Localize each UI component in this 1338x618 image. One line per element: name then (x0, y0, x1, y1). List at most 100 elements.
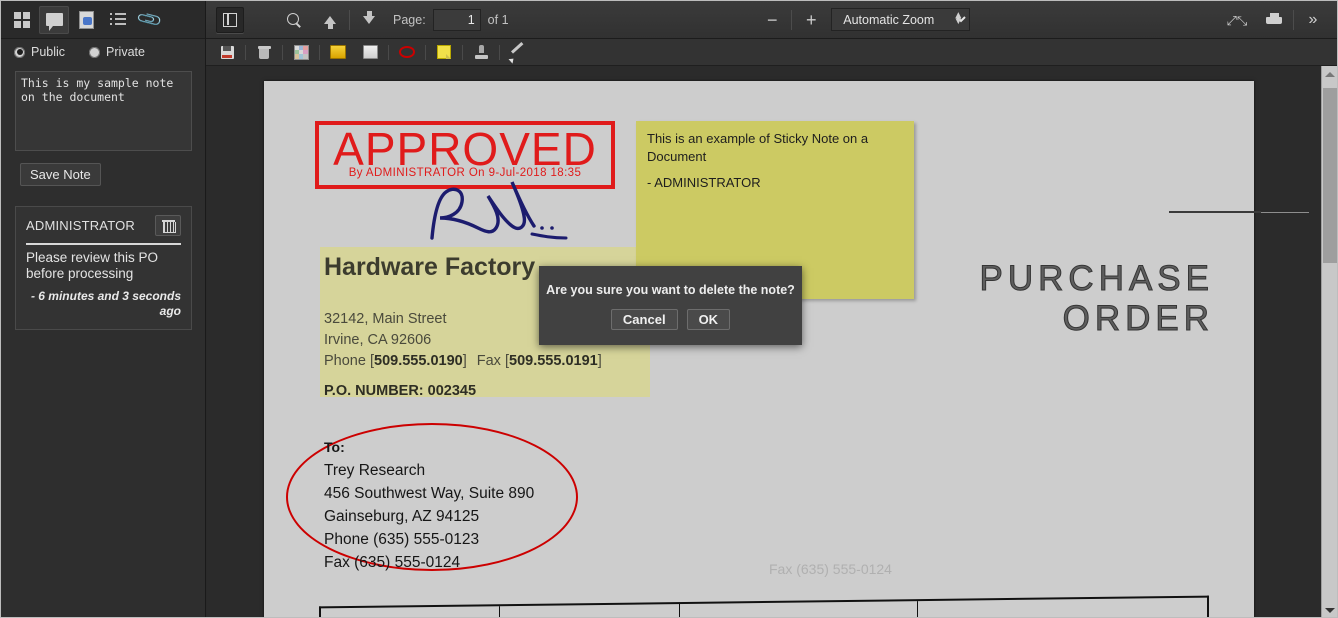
annot-separator (462, 44, 463, 60)
color-palette-button[interactable] (290, 42, 312, 62)
note-body-text: Please review this PO before processing (26, 250, 159, 281)
tools-separator (1293, 9, 1294, 30)
note-divider (26, 243, 181, 245)
highlight-tool-button[interactable] (327, 42, 349, 62)
next-page-button[interactable] (355, 7, 383, 33)
stamp-icon (474, 45, 488, 59)
delete-annotation-button[interactable] (253, 42, 275, 62)
ellipse-tool-button[interactable] (396, 42, 418, 62)
scroll-up-button[interactable] (1322, 66, 1337, 82)
delete-confirmation-dialog: Are you sure you want to delete the note… (539, 266, 802, 345)
search-icon (287, 12, 301, 27)
viewer-toolbar: Page: of 1 − + Automatic ZoomActual Size… (206, 1, 1337, 39)
sidebar-item-attachments[interactable]: 📎 (135, 6, 165, 34)
company-fax: 509.555.0191 (509, 353, 598, 369)
vertical-scrollbar[interactable] (1321, 66, 1337, 617)
ship-to-line: Phone (635) 555-0123 (324, 531, 480, 548)
note-visibility-group: Public Private (1, 39, 205, 65)
scroll-down-button[interactable] (1322, 602, 1337, 617)
toolbar-separator (349, 9, 350, 30)
fullscreen-icon: ⤢⤡ (1226, 12, 1248, 28)
page-title: PURCHASE ORDER (979, 259, 1214, 339)
dialog-button-row: Cancel OK (539, 309, 802, 330)
page-label: Page: (393, 12, 426, 27)
ok-button[interactable]: OK (686, 309, 731, 330)
arrow-up-icon (1325, 71, 1335, 77)
sidebar-item-thumbnails[interactable] (71, 6, 101, 34)
radio-private[interactable]: Private (89, 45, 145, 59)
annot-separator (425, 44, 426, 60)
sidebar-tab-bar: 📎 (1, 1, 205, 39)
annot-separator (282, 44, 283, 60)
notes-sidebar: 📎 Public Private Save Note ADMINISTRATOR (1, 1, 206, 617)
sticky-note-tool-button[interactable] (433, 42, 455, 62)
sticky-note-author: - ADMINISTRATOR (647, 175, 761, 190)
header-rule (1169, 211, 1261, 213)
ship-to-block: To: Trey Research 456 Southwest Way, Sui… (324, 436, 534, 574)
delete-note-button[interactable] (155, 215, 181, 236)
company-phone: 509.555.0190 (374, 353, 463, 369)
rectangle-tool-button[interactable] (359, 42, 381, 62)
paperclip-icon: 📎 (135, 5, 165, 34)
sidebar-toggle-button[interactable] (216, 6, 244, 33)
table-header-cell (917, 597, 1207, 617)
zoom-out-button[interactable]: − (758, 7, 786, 33)
page-total-label: of 1 (487, 12, 509, 27)
freehand-tool-button[interactable] (507, 42, 529, 62)
sidebar-item-grid-view[interactable] (7, 6, 37, 34)
sidebar-item-notes[interactable] (39, 5, 69, 34)
note-timestamp: - 6 minutes and 3 seconds ago (30, 289, 181, 318)
dialog-message: Are you sure you want to delete the note… (546, 283, 795, 297)
annot-separator (245, 44, 246, 60)
annot-separator (319, 44, 320, 60)
radio-public-indicator (14, 46, 25, 58)
zoom-select-wrapper: Automatic ZoomActual SizePage FitPage Wi… (825, 8, 971, 31)
zoom-in-button[interactable]: + (797, 7, 825, 33)
sidebar-item-outline[interactable] (103, 6, 133, 34)
radio-public[interactable]: Public (14, 45, 65, 59)
save-note-button[interactable]: Save Note (20, 163, 101, 186)
po-number: P.O. NUMBER: 002345 (324, 383, 477, 399)
floppy-save-icon (220, 45, 234, 59)
faint-fax-text: Fax (635) 555-0124 (769, 561, 892, 577)
pencil-icon (510, 44, 526, 60)
yellow-square-icon (330, 45, 346, 59)
scrollbar-thumb[interactable] (1323, 88, 1337, 263)
arrow-down-icon (1325, 607, 1335, 613)
radio-private-label: Private (106, 45, 145, 59)
company-name: Hardware Factory (324, 253, 536, 281)
annot-separator (499, 44, 500, 60)
note-author-label: ADMINISTRATOR (26, 218, 136, 233)
sticky-note-text: This is an example of Sticky Note on a D… (647, 131, 869, 164)
table-header-cell: P.O. DATE (321, 606, 499, 617)
sidebar-toggle-icon (223, 12, 237, 27)
ship-to-label: To: (324, 439, 345, 455)
ship-to-line: Gainseburg, AZ 94125 (324, 508, 480, 525)
line-items-table: P.O. DATE REQUISITIONER (319, 595, 1209, 617)
annot-separator (388, 44, 389, 60)
signature-annotation[interactable] (424, 176, 604, 251)
red-ellipse-icon (399, 46, 415, 58)
print-button[interactable] (1260, 7, 1288, 33)
table-header-cell (679, 601, 917, 617)
cancel-button[interactable]: Cancel (610, 309, 678, 330)
radio-public-label: Public (31, 45, 66, 59)
stamp-tool-button[interactable] (470, 42, 492, 62)
ship-to-line: Trey Research (324, 462, 426, 479)
sticky-note-icon (437, 45, 451, 59)
trash-icon (257, 46, 271, 59)
trash-icon (161, 219, 176, 233)
page-number-input[interactable] (432, 8, 481, 31)
fullscreen-button[interactable]: ⤢⤡ (1220, 7, 1248, 33)
pdf-annotator-window: 📎 Public Private Save Note ADMINISTRATOR (0, 0, 1338, 618)
ship-to-line: 456 Southwest Way, Suite 890 (324, 485, 535, 502)
comment-bubble-icon (45, 13, 63, 31)
list-icon (110, 13, 126, 26)
zoom-level-select[interactable]: Automatic ZoomActual SizePage FitPage Wi… (831, 8, 971, 31)
previous-page-button[interactable] (316, 7, 344, 33)
note-input[interactable] (15, 71, 192, 151)
print-icon (1266, 13, 1282, 26)
find-button[interactable] (280, 7, 308, 33)
save-annotations-button[interactable] (216, 42, 238, 62)
more-tools-button[interactable]: » (1299, 7, 1327, 33)
